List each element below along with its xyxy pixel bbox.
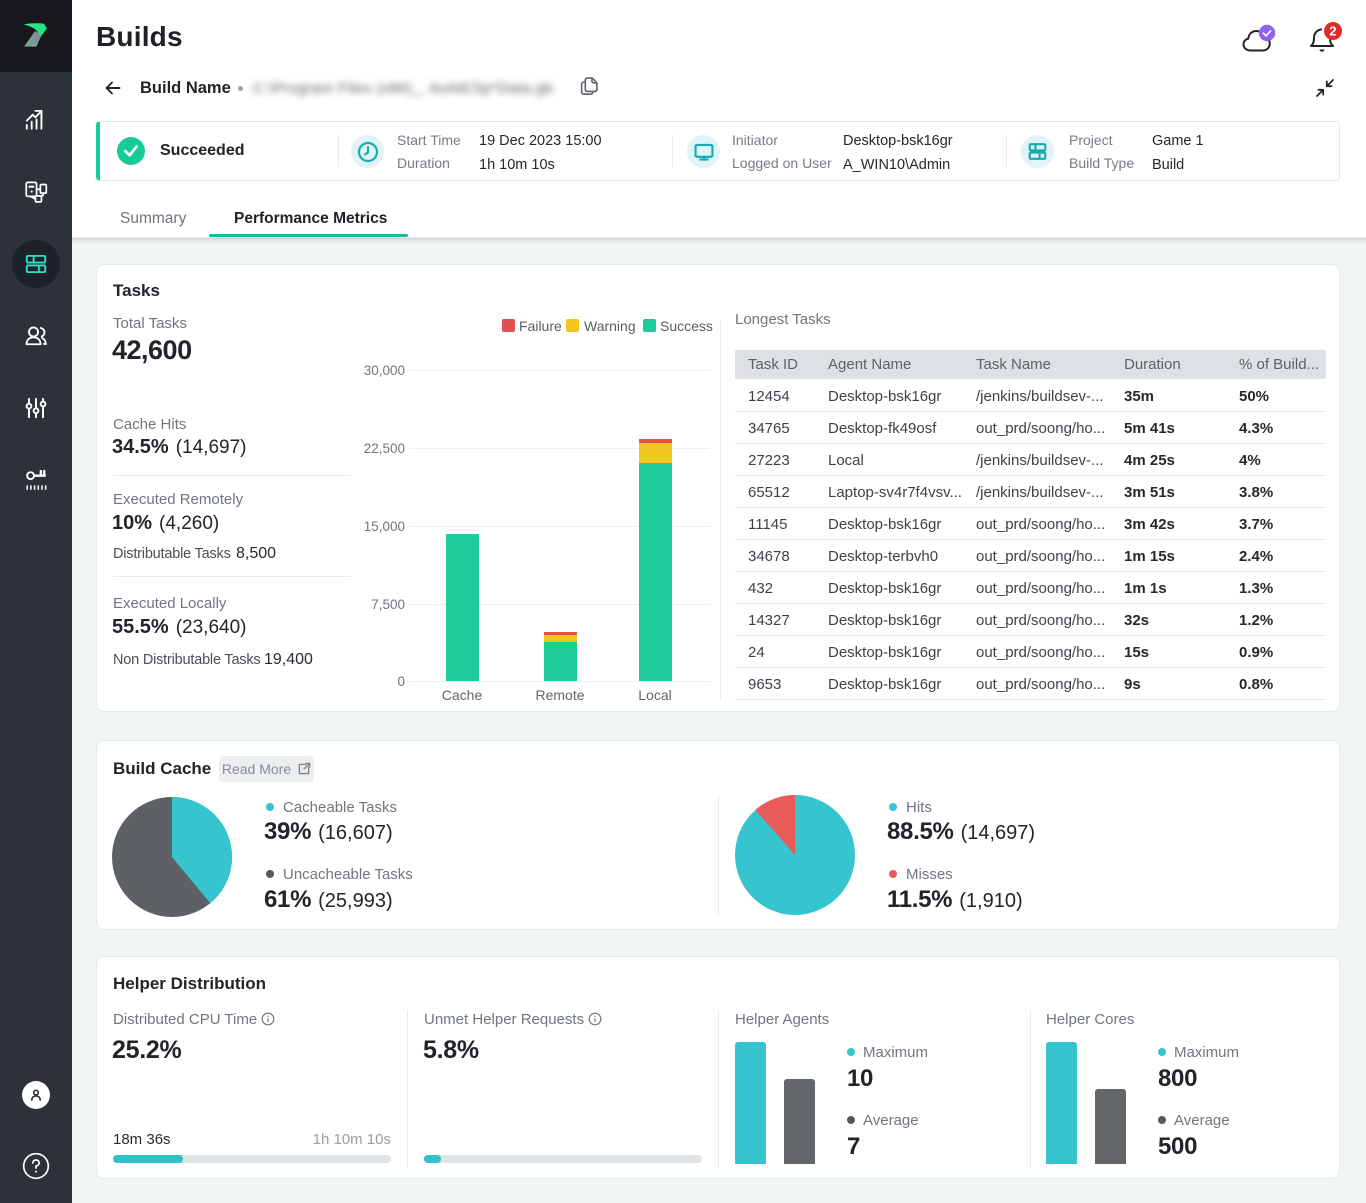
svg-text:2: 2 (1329, 24, 1336, 39)
